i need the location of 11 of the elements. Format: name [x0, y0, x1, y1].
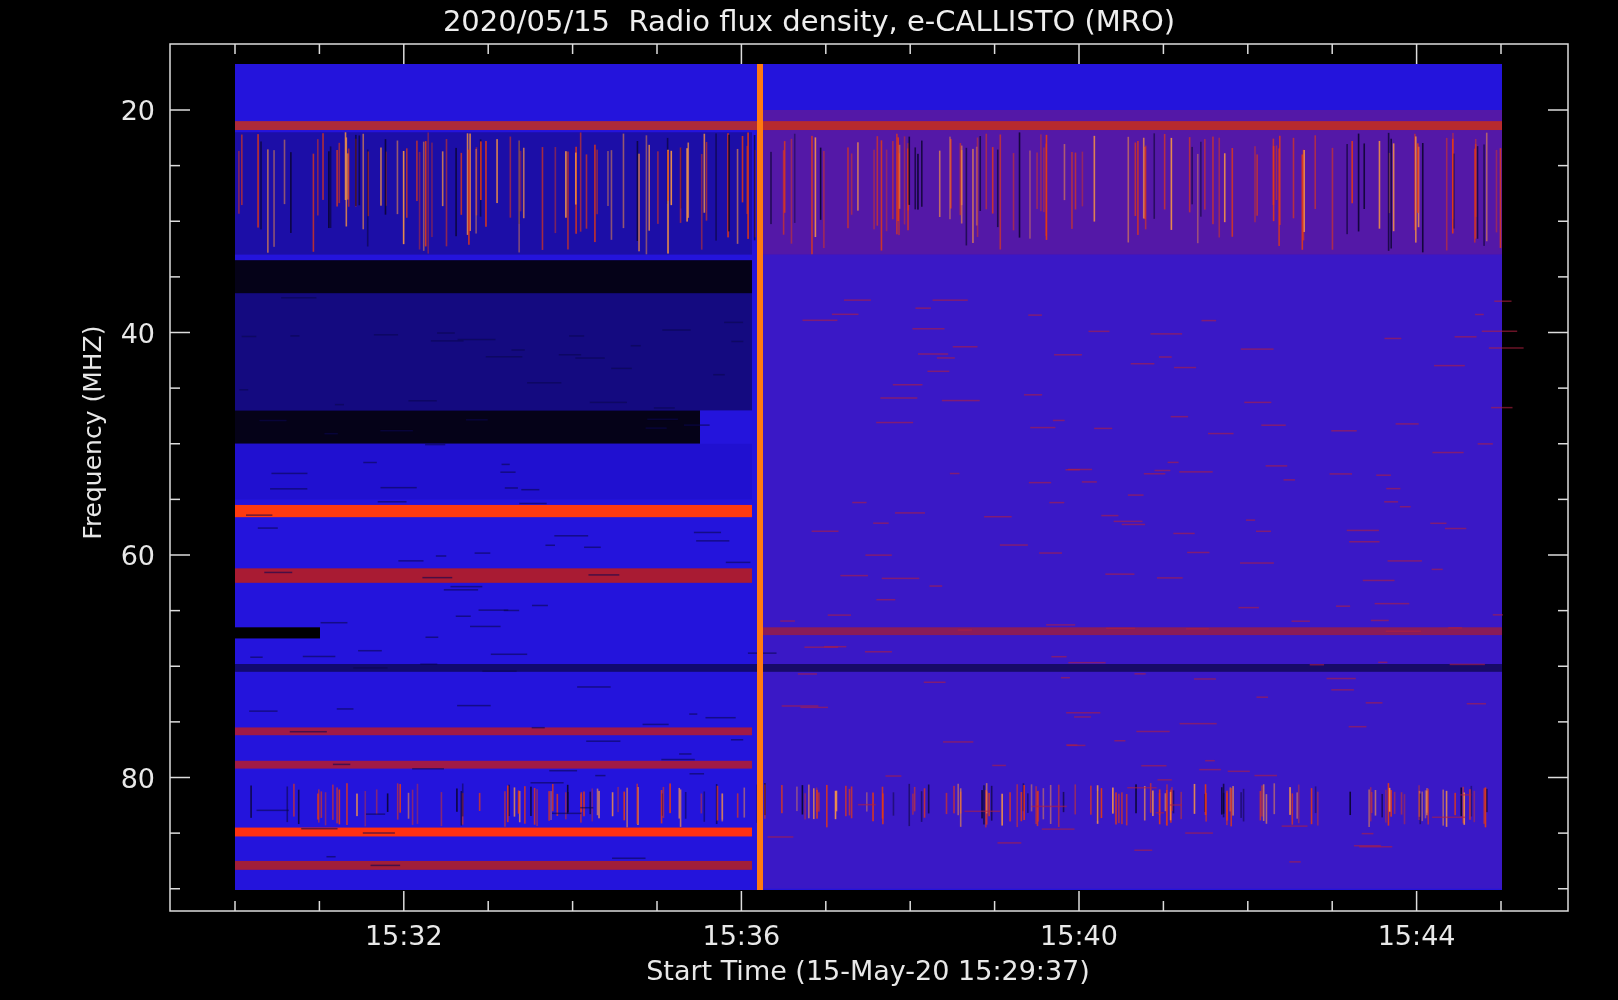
x-tick-label: 15:40	[1040, 920, 1118, 951]
x-tick-label: 15:36	[702, 920, 781, 951]
y-axis-label: Frequency (MHZ)	[78, 325, 107, 540]
x-axis-label: Start Time (15-May-20 15:29:37)	[646, 955, 1090, 986]
chart-title: 2020/05/15 Radio flux density, e-CALLISTO (MRO)	[442, 3, 1176, 40]
y-tick-label: 80	[120, 762, 155, 794]
y-tick-label: 20	[120, 95, 155, 126]
x-tick-label: 15:44	[1377, 920, 1456, 951]
y-tick-label: 60	[120, 540, 155, 571]
x-tick-label: 15:32	[364, 920, 443, 951]
y-tick-label: 40	[120, 317, 155, 349]
